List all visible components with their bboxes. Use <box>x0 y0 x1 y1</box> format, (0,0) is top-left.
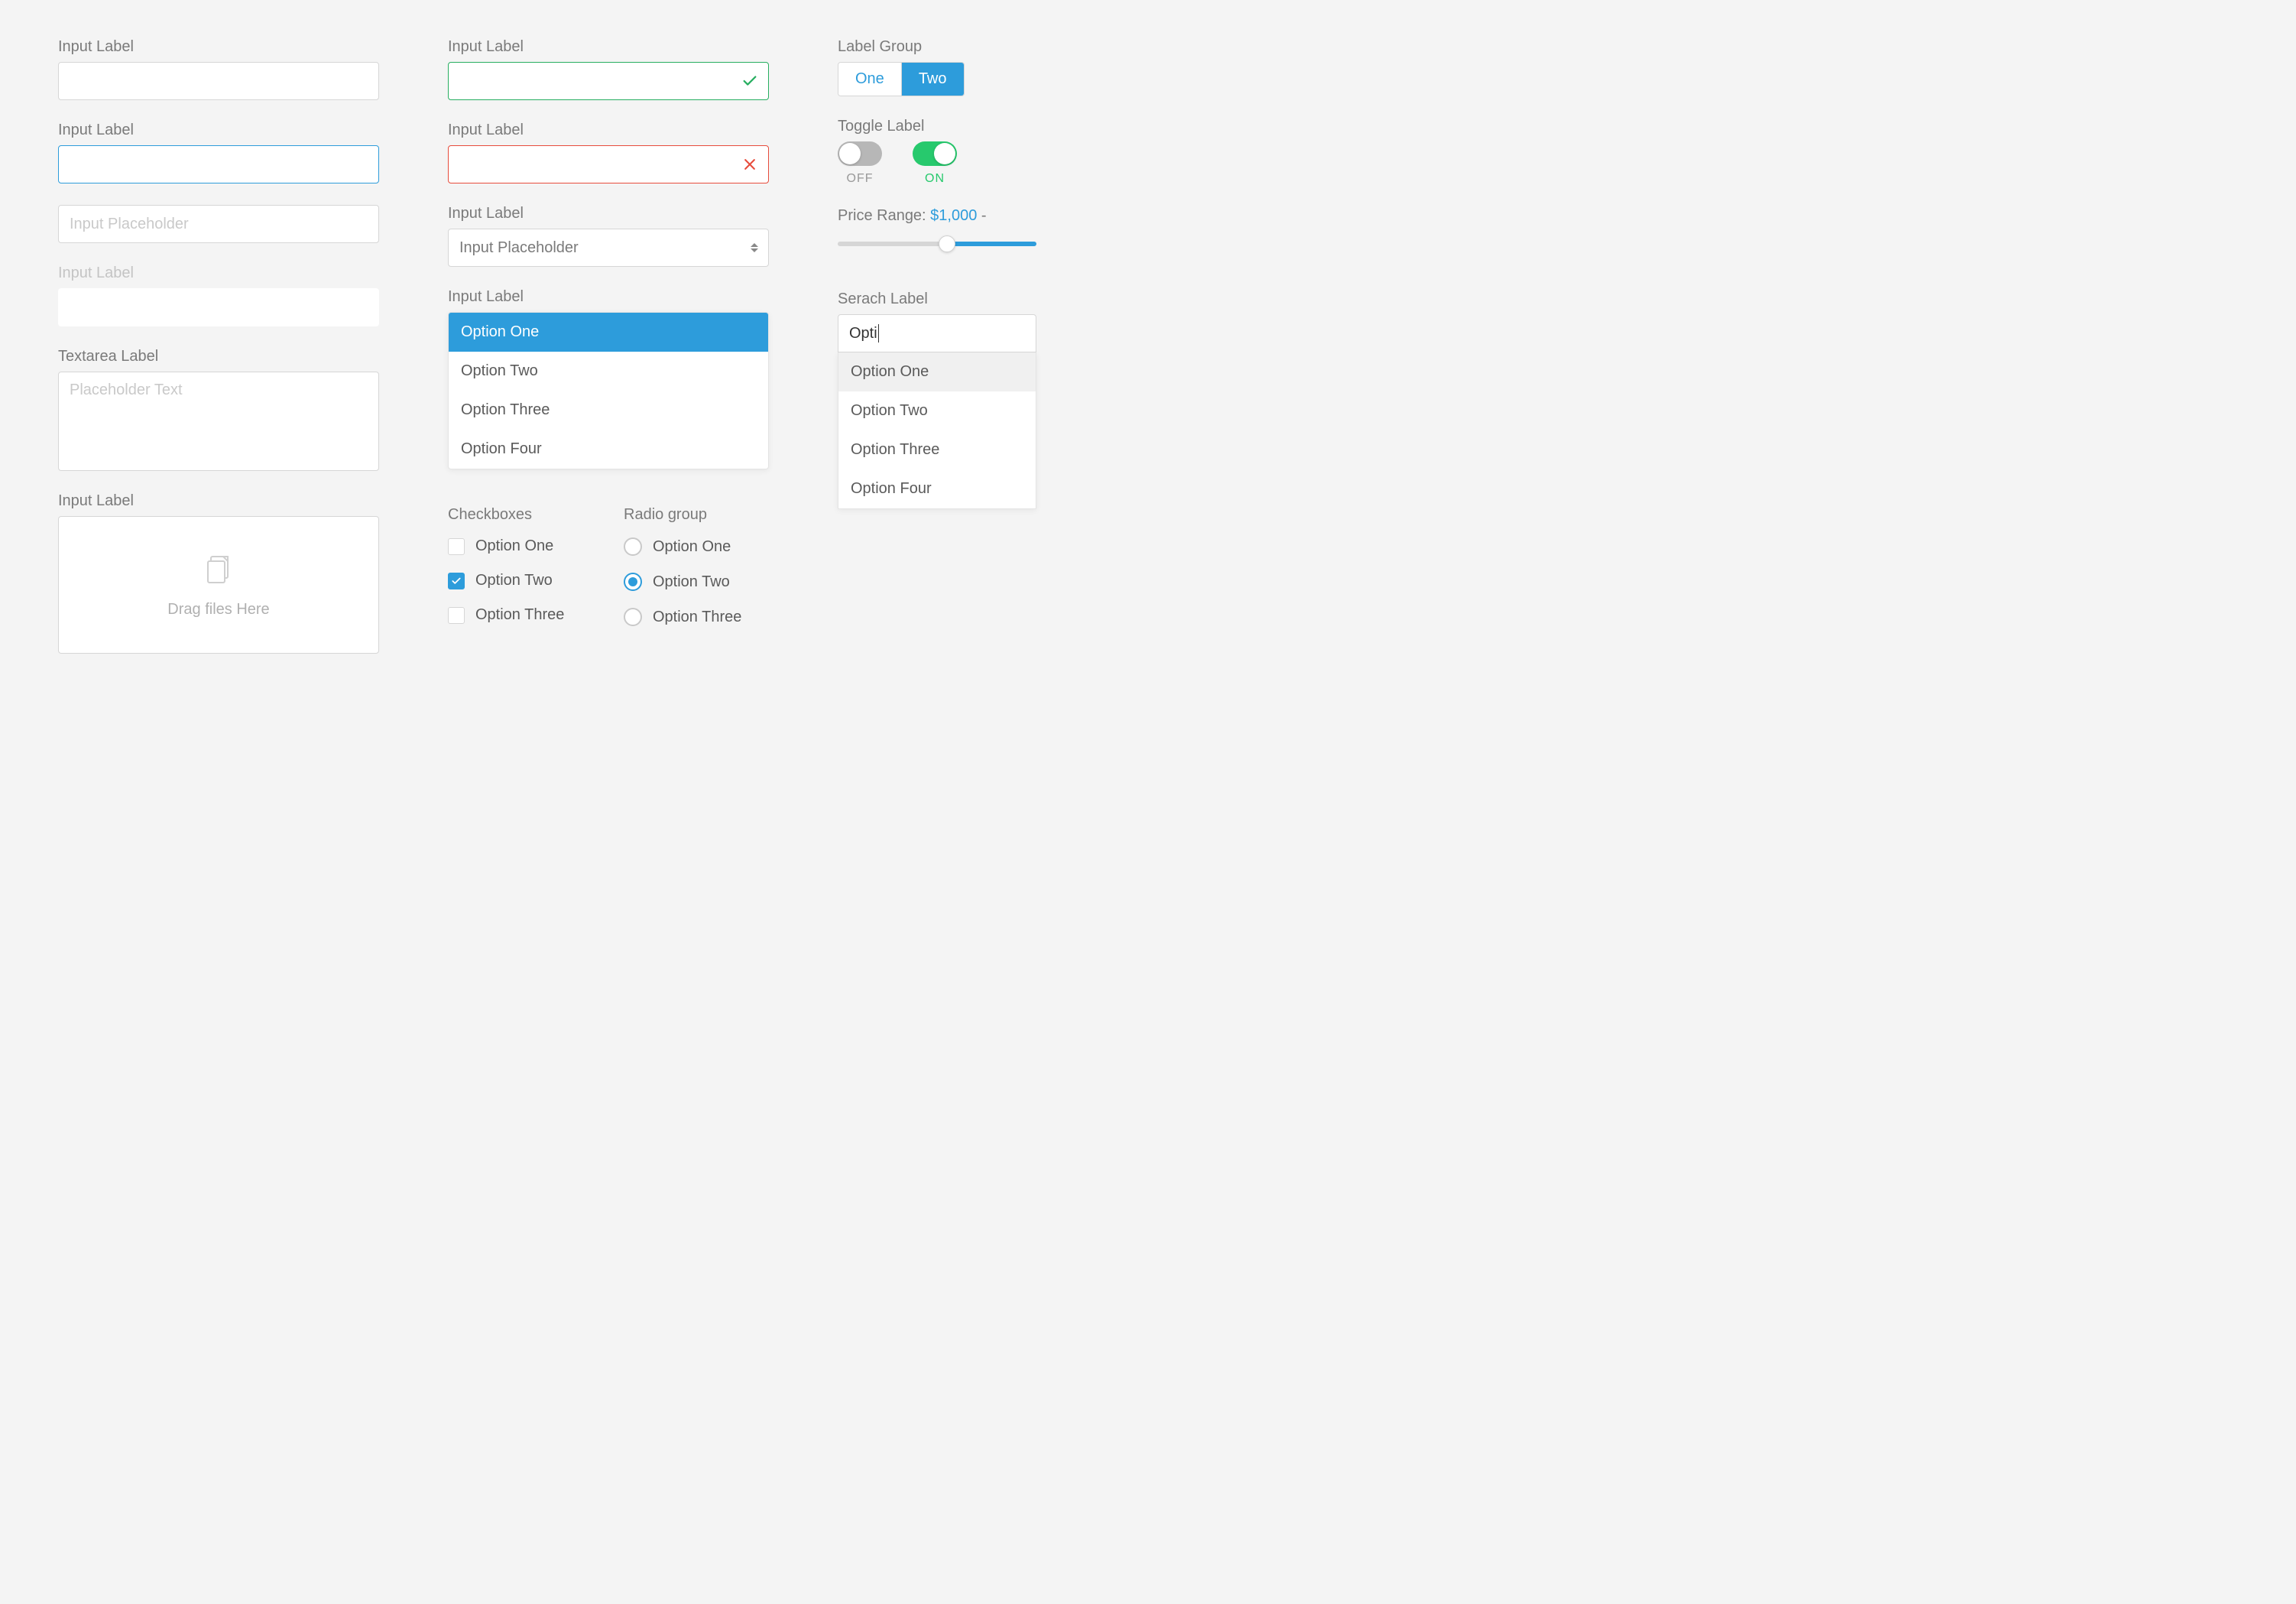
checkbox-label: Option Two <box>475 572 553 589</box>
input-label: Input Label <box>58 38 379 56</box>
checkbox-label: Option One <box>475 537 553 555</box>
option-listbox: Option One Option Two Option Three Optio… <box>448 312 769 469</box>
listbox-option[interactable]: Option Three <box>449 391 768 430</box>
toggle-state-label: OFF <box>847 172 874 186</box>
checkbox-icon <box>448 573 465 589</box>
dropzone-label: Input Label <box>58 492 379 510</box>
checkbox-option[interactable]: Option Two <box>448 569 593 593</box>
dropzone-text: Drag files Here <box>167 601 269 619</box>
slider-track <box>947 242 1036 246</box>
segment-one-button[interactable]: One <box>838 63 902 96</box>
textarea-label: Textarea Label <box>58 348 379 365</box>
price-range-label: Price Range: <box>838 207 930 224</box>
search-option[interactable]: Option Four <box>838 469 1036 508</box>
text-input-success[interactable] <box>448 62 769 100</box>
radio-heading: Radio group <box>624 506 769 524</box>
search-input[interactable]: Opti <box>838 314 1036 352</box>
checkbox-option[interactable]: Option Three <box>448 603 593 627</box>
text-input-borderless[interactable] <box>58 288 379 326</box>
select-dropdown[interactable]: Input Placeholder <box>448 229 769 267</box>
radio-option[interactable]: Option Two <box>624 570 769 594</box>
select-display[interactable]: Input Placeholder <box>448 229 769 267</box>
checkbox-option[interactable]: Option One <box>448 534 593 558</box>
textarea[interactable] <box>58 372 379 471</box>
price-range-value: $1,000 <box>930 207 977 224</box>
input-label: Input Label <box>448 38 769 56</box>
radio-icon <box>624 608 642 626</box>
search-option[interactable]: Option Three <box>838 430 1036 469</box>
checkbox-icon <box>448 607 465 624</box>
check-icon <box>741 73 758 89</box>
checkbox-label: Option Three <box>475 606 564 624</box>
listbox-option[interactable]: Option Two <box>449 352 768 391</box>
input-label-disabled: Input Label <box>58 265 379 282</box>
radio-option[interactable]: Option Three <box>624 605 769 629</box>
toggle-state-label: ON <box>925 172 945 186</box>
text-input-focused[interactable] <box>58 145 379 183</box>
radio-label: Option Three <box>653 609 741 626</box>
text-input-default[interactable] <box>58 62 379 100</box>
text-caret-icon <box>878 324 879 343</box>
input-label: Input Label <box>58 122 379 139</box>
search-dropdown: Option One Option Two Option Three Optio… <box>838 352 1036 509</box>
listbox-option[interactable]: Option Four <box>449 430 768 469</box>
toggle-switch-on[interactable] <box>913 141 957 166</box>
files-icon <box>200 552 237 589</box>
radio-label: Option Two <box>653 573 730 591</box>
search-label: Serach Label <box>838 291 1036 308</box>
text-input-placeholder[interactable] <box>58 205 379 243</box>
range-slider[interactable] <box>838 242 1036 246</box>
toggle-label: Toggle Label <box>838 118 1036 135</box>
checkbox-heading: Checkboxes <box>448 506 593 524</box>
price-range-separator: - <box>977 207 986 224</box>
radio-icon <box>624 537 642 556</box>
button-group-label: Label Group <box>838 38 1036 56</box>
listbox-label: Input Label <box>448 288 769 306</box>
radio-label: Option One <box>653 538 731 556</box>
checkbox-icon <box>448 538 465 555</box>
button-group: One Two <box>838 62 965 96</box>
chevron-updown-icon <box>751 243 758 252</box>
input-label: Input Label <box>448 122 769 139</box>
listbox-option[interactable]: Option One <box>449 313 768 352</box>
text-input-error[interactable] <box>448 145 769 183</box>
search-option[interactable]: Option Two <box>838 391 1036 430</box>
radio-option[interactable]: Option One <box>624 534 769 559</box>
search-option[interactable]: Option One <box>838 352 1036 391</box>
slider-handle[interactable] <box>939 235 955 252</box>
segment-two-button[interactable]: Two <box>902 63 964 96</box>
close-icon <box>741 156 758 173</box>
radio-icon <box>624 573 642 591</box>
toggle-switch-off[interactable] <box>838 141 882 166</box>
file-dropzone[interactable]: Drag files Here <box>58 516 379 654</box>
select-label: Input Label <box>448 205 769 222</box>
search-input-value: Opti <box>849 325 877 343</box>
